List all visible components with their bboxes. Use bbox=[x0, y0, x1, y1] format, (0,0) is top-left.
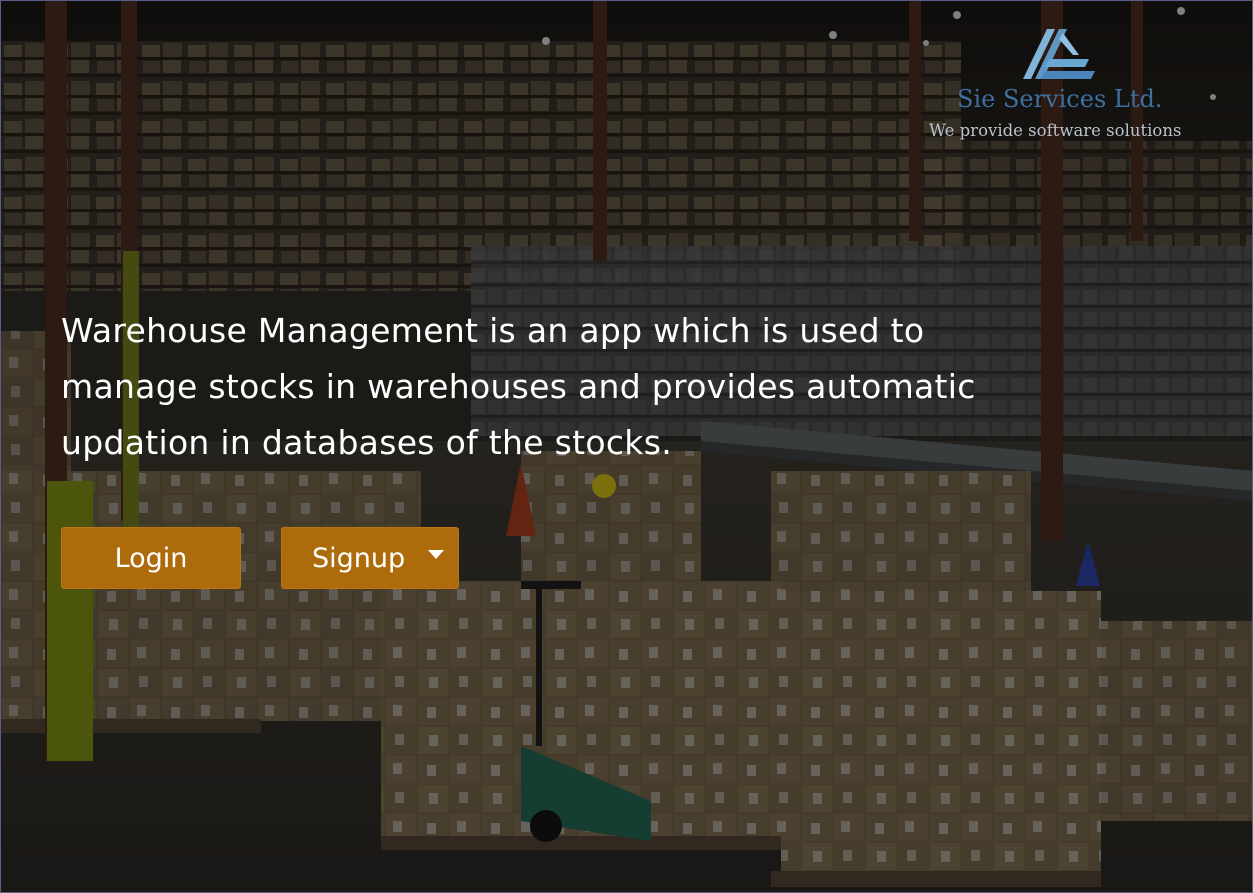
landing-page: Sie Services Ltd. We provide software so… bbox=[0, 0, 1253, 893]
login-button[interactable]: Login bbox=[61, 527, 241, 589]
company-name: Sie Services Ltd. bbox=[957, 85, 1163, 113]
app-description: Warehouse Management is an app which is … bbox=[61, 311, 976, 462]
signup-button-label: Signup bbox=[312, 542, 406, 574]
signup-dropdown-button[interactable]: Signup bbox=[281, 527, 459, 589]
login-button-label: Login bbox=[114, 542, 188, 574]
company-logo: Sie Services Ltd. We provide software so… bbox=[929, 25, 1189, 150]
caret-down-icon bbox=[428, 550, 444, 559]
stacked-parallelogram-logo-icon bbox=[1023, 29, 1095, 79]
company-tagline: We provide software solutions bbox=[929, 121, 1182, 140]
